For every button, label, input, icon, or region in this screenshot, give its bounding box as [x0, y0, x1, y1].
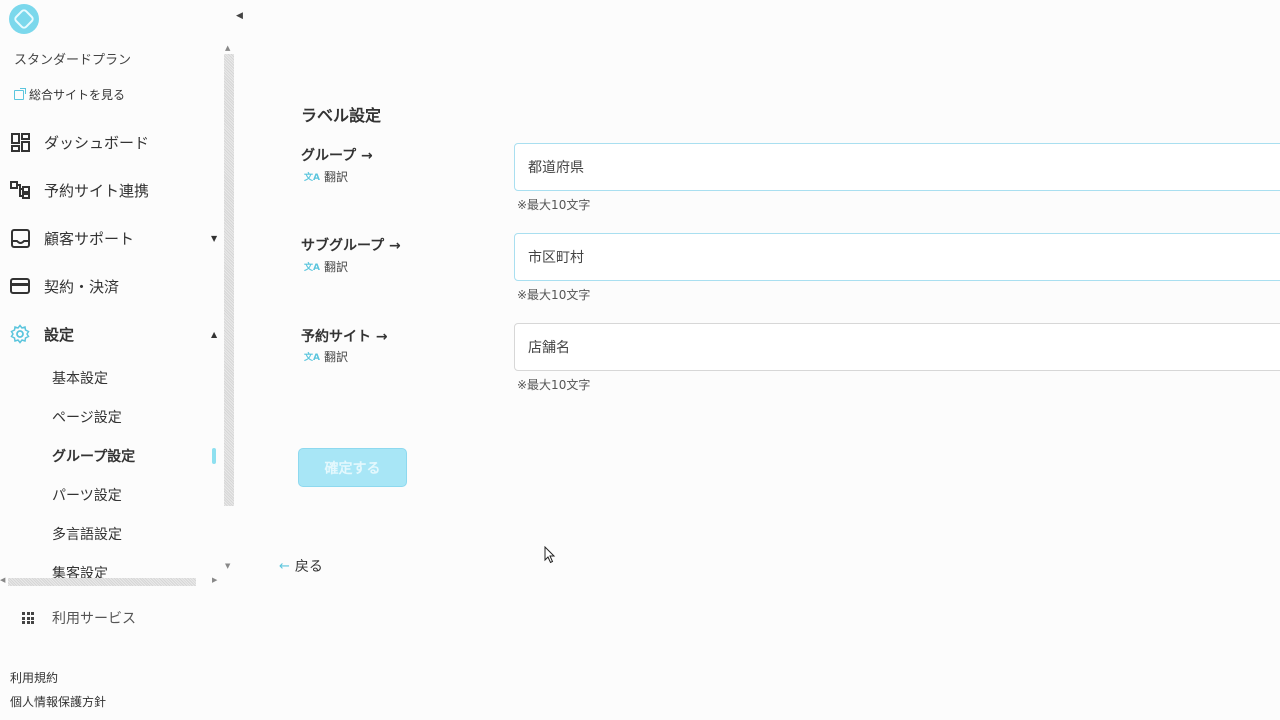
sidebar-item-label: 契約・決済 — [44, 277, 120, 296]
sidebar-subitem-label: 多言語設定 — [52, 526, 122, 543]
sidebar-item-dashboard[interactable]: ダッシュボード — [0, 118, 222, 166]
sidebar-subitem-parts-settings[interactable]: パーツ設定 — [0, 475, 222, 514]
translate-button[interactable]: 文A 翻訳 — [304, 348, 348, 365]
sidebar-subitem-basic-settings[interactable]: 基本設定 — [0, 358, 222, 397]
back-link[interactable]: ← 戻る — [279, 556, 323, 576]
translate-icon: 文A — [304, 173, 320, 183]
sidebar-horizontal-scrollbar[interactable]: ◀ ▶ — [0, 576, 222, 588]
translate-button[interactable]: 文A 翻訳 — [304, 258, 348, 275]
sidebar-item-customer-support[interactable]: 顧客サポート ▼ — [0, 214, 222, 262]
footer-links: 利用規約 個人情報保護方針 — [10, 666, 106, 714]
sidebar-subitem-marketing-settings[interactable]: 集客設定 — [0, 553, 222, 579]
hierarchy-icon — [10, 180, 30, 200]
caret-down-icon: ▼ — [211, 233, 218, 243]
services-button[interactable]: 利用サービス — [22, 608, 136, 628]
scroll-down-icon[interactable]: ▼ — [225, 562, 230, 570]
sidebar-item-label: 予約サイト連携 — [44, 181, 150, 200]
max-length-hint: ※最大10文字 — [517, 378, 591, 392]
sidebar-subitem-page-settings[interactable]: ページ設定 — [0, 397, 222, 436]
group-label-input[interactable]: 都道府県 — [514, 143, 1280, 191]
credit-card-icon — [10, 276, 30, 296]
external-link-icon — [14, 87, 26, 100]
portal-site-link[interactable]: 総合サイトを見る — [14, 86, 125, 103]
logo[interactable] — [9, 4, 39, 34]
sidebar-item-booking-link[interactable]: 予約サイト連携 — [0, 166, 222, 214]
scrollbar-track[interactable] — [8, 578, 196, 586]
max-length-hint: ※最大10文字 — [517, 198, 591, 212]
booking-site-label-input[interactable]: 店舗名 — [514, 323, 1280, 371]
sidebar-subitem-label: 基本設定 — [52, 370, 108, 387]
scroll-up-icon[interactable]: ▲ — [225, 44, 230, 52]
sidebar-item-label: ダッシュボード — [44, 133, 150, 152]
group-label: グループ → — [301, 148, 373, 164]
scroll-left-icon[interactable]: ◀ — [0, 576, 5, 584]
dashboard-icon — [10, 132, 30, 152]
sidebar-subitem-group-settings[interactable]: グループ設定 — [0, 436, 222, 475]
subgroup-label-input[interactable]: 市区町村 — [514, 233, 1280, 281]
sidebar-item-label: 顧客サポート — [44, 229, 135, 248]
inbox-icon — [10, 228, 30, 248]
apps-grid-icon — [22, 612, 34, 624]
sidebar-subitem-label: パーツ設定 — [52, 487, 122, 504]
section-title: ラベル設定 — [301, 106, 382, 125]
translate-label: 翻訳 — [323, 170, 348, 184]
confirm-button[interactable]: 確定する — [298, 448, 407, 487]
privacy-policy-link[interactable]: 個人情報保護方針 — [10, 690, 106, 714]
sidebar-nav: ダッシュボード 予約サイト連携 顧客サポート ▼ 契約・決済 設定 ▲ 基本設定… — [0, 118, 222, 578]
translate-label: 翻訳 — [323, 260, 348, 274]
subgroup-label: サブグループ → — [301, 238, 401, 254]
back-label: 戻る — [294, 559, 323, 575]
mouse-cursor-icon — [544, 546, 556, 564]
gear-icon — [10, 324, 30, 344]
translate-button[interactable]: 文A 翻訳 — [304, 168, 348, 185]
plan-name: スタンダードプラン — [14, 53, 132, 68]
sidebar-item-contract-payment[interactable]: 契約・決済 — [0, 262, 222, 310]
services-label: 利用サービス — [52, 611, 136, 627]
translate-icon: 文A — [304, 353, 320, 363]
arrow-left-icon: ← — [279, 558, 290, 574]
sidebar-subitem-label: ページ設定 — [52, 409, 122, 426]
sidebar-vertical-scrollbar[interactable]: ▲ ▼ — [222, 44, 234, 579]
sidebar-subitem-label: グループ設定 — [52, 448, 136, 465]
scrollbar-track[interactable] — [224, 54, 234, 506]
sidebar-item-label: 設定 — [44, 325, 75, 344]
caret-up-icon: ▲ — [211, 329, 218, 339]
translate-label: 翻訳 — [323, 350, 348, 364]
sidebar: スタンダードプラン 総合サイトを見る ダッシュボード 予約サイト連携 顧客サポー… — [0, 0, 234, 720]
sidebar-item-settings[interactable]: 設定 ▲ — [0, 310, 222, 358]
sidebar-subitem-language-settings[interactable]: 多言語設定 — [0, 514, 222, 553]
translate-icon: 文A — [304, 263, 320, 273]
terms-link[interactable]: 利用規約 — [10, 666, 106, 690]
booking-site-label: 予約サイト → — [301, 329, 388, 345]
portal-site-link-label: 総合サイトを見る — [29, 88, 126, 102]
scroll-right-icon[interactable]: ▶ — [212, 576, 217, 584]
max-length-hint: ※最大10文字 — [517, 288, 591, 302]
main-content: ラベル設定 グループ → 文A 翻訳 都道府県 ※最大10文字 サブグループ →… — [234, 0, 1280, 720]
active-marker — [212, 448, 216, 464]
